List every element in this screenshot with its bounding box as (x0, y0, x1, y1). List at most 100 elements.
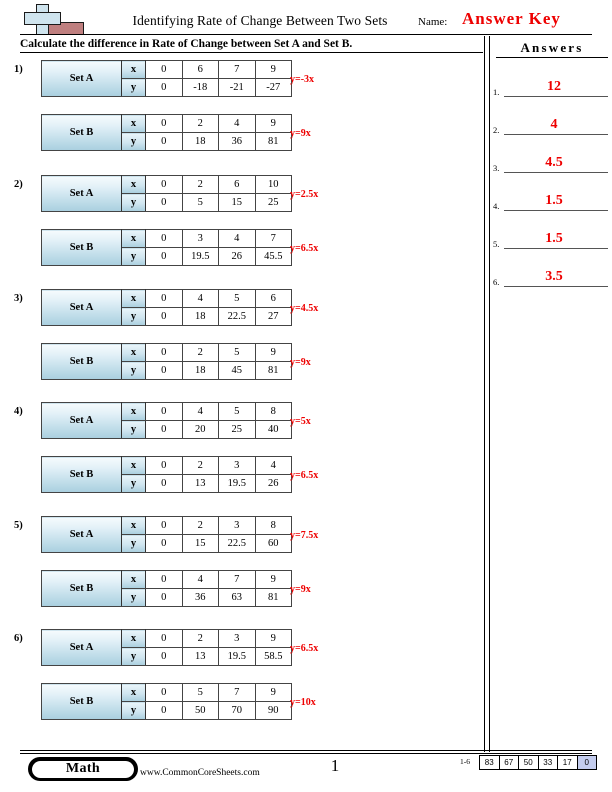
x-value-cell: 6 (218, 175, 256, 194)
problem-number: 6) (14, 633, 23, 644)
x-value-cell: 3 (218, 516, 256, 535)
x-value-cell: 0 (145, 516, 183, 535)
equation-answer: y=7.5x (290, 530, 319, 541)
y-axis-label: y (121, 534, 146, 553)
y-value-cell: 60 (254, 534, 292, 553)
set-table: Set Bx 0 5 7 9 y 0 50 70 90 (41, 683, 292, 720)
header-divider (20, 34, 592, 35)
x-axis-label: x (121, 343, 146, 362)
answer-number: 5. (493, 239, 500, 249)
set-block: Set Bx 0 5 7 9 y 0 50 70 90 (41, 683, 292, 720)
set-label: Set A (41, 289, 122, 326)
answer-blank-line[interactable] (504, 286, 608, 287)
y-value-cell: 15 (181, 534, 219, 553)
y-value-cell: 19.5 (181, 247, 219, 266)
y-value-cell: 36 (181, 588, 219, 607)
table-row: Set Ax0238 (41, 516, 292, 553)
y-axis-label: y (121, 307, 146, 326)
table-row: Set Ax 0 2 6 10 (41, 175, 292, 212)
x-value-cell: 0 (145, 570, 183, 589)
x-value-cell: 4 (218, 229, 256, 248)
y-value-cell: 19.5 (218, 647, 256, 666)
set-block: Set Bx 0 2 5 9 y 0 18 45 81 (41, 343, 292, 380)
name-label: Name: (418, 16, 448, 28)
answer-blank-line[interactable] (504, 248, 608, 249)
x-axis-label: x (121, 114, 146, 133)
x-value-cell: 6 (181, 60, 219, 79)
y-value-cell: 90 (254, 701, 292, 720)
set-table: Set Ax 0 2 3 8 y 0 15 22.5 60 (41, 516, 292, 553)
set-label: Set A (41, 629, 122, 666)
x-value-cell: 7 (254, 229, 292, 248)
table-row: Set Bx0479 (41, 570, 292, 607)
problem-number: 5) (14, 520, 23, 531)
answer-number: 2. (493, 125, 500, 135)
set-block: Set Ax 0 6 7 9 y 0 -18 -21 -27 (41, 60, 292, 97)
x-value-cell: 9 (254, 343, 292, 362)
x-value-cell: 0 (145, 402, 183, 421)
answer-number: 6. (493, 277, 500, 287)
x-value-cell: 7 (218, 683, 256, 702)
set-table: Set Ax 0 2 6 10 y 0 5 15 25 (41, 175, 292, 212)
y-value-cell: 70 (218, 701, 256, 720)
y-value-cell: 81 (254, 132, 292, 151)
problem-number: 1) (14, 64, 23, 75)
answer-value: 12 (547, 79, 561, 94)
x-value-cell: 7 (218, 60, 256, 79)
equation-answer: y=6.5x (290, 243, 319, 254)
answer-value: 1.5 (545, 231, 563, 246)
x-value-cell: 9 (254, 683, 292, 702)
instructions-divider (20, 52, 483, 53)
answer-blank-line[interactable] (504, 96, 608, 97)
y-axis-label: y (121, 132, 146, 151)
table-row: Set Bx0234 (41, 456, 292, 493)
y-axis-label: y (121, 78, 146, 97)
score-cell: 0 (577, 756, 596, 769)
x-value-cell: 2 (181, 114, 219, 133)
problem-number: 3) (14, 293, 23, 304)
answer-blank-line[interactable] (504, 210, 608, 211)
set-table: Set Bx 0 4 7 9 y 0 36 63 81 (41, 570, 292, 607)
x-value-cell: 7 (218, 570, 256, 589)
y-value-cell: 20 (181, 420, 219, 439)
set-label: Set A (41, 402, 122, 439)
y-axis-label: y (121, 701, 146, 720)
y-value-cell: 36 (218, 132, 256, 151)
x-axis-label: x (121, 229, 146, 248)
set-block: Set Ax 0 2 6 10 y 0 5 15 25 (41, 175, 292, 212)
set-label: Set A (41, 516, 122, 553)
x-value-cell: 0 (145, 175, 183, 194)
y-value-cell: 58.5 (254, 647, 292, 666)
set-block: Set Bx 0 3 4 7 y 0 19.5 26 45.5 (41, 229, 292, 266)
answer-value: 4 (550, 117, 558, 132)
x-value-cell: 4 (254, 456, 292, 475)
commoncoresheets-logo-icon (22, 3, 84, 36)
y-axis-label: y (121, 474, 146, 493)
set-table: Set Ax 0 4 5 6 y 0 18 22.5 27 (41, 289, 292, 326)
score-cell: 67 (499, 756, 519, 769)
table-row: Set Ax0456 (41, 289, 292, 326)
answer-row: 6. 3.5 (493, 257, 608, 287)
answer-blank-line[interactable] (504, 172, 608, 173)
equation-answer: y=9x (290, 357, 311, 368)
set-label: Set A (41, 175, 122, 212)
x-value-cell: 9 (254, 629, 292, 648)
footer-divider-bottom (20, 753, 592, 754)
problem-number: 2) (14, 179, 23, 190)
logo-plus-center (37, 13, 48, 24)
table-row: Set Ax0239 (41, 629, 292, 666)
y-value-cell: 0 (145, 247, 183, 266)
answer-blank-line[interactable] (504, 134, 608, 135)
y-value-cell: 0 (145, 361, 183, 380)
y-value-cell: 13 (181, 474, 219, 493)
y-value-cell: 27 (254, 307, 292, 326)
x-value-cell: 4 (181, 570, 219, 589)
y-value-cell: -27 (254, 78, 292, 97)
score-cell: 50 (519, 756, 539, 769)
x-value-cell: 9 (254, 114, 292, 133)
y-value-cell: 18 (181, 132, 219, 151)
x-axis-label: x (121, 516, 146, 535)
x-value-cell: 10 (254, 175, 292, 194)
y-value-cell: 0 (145, 534, 183, 553)
page-number: 1 (330, 756, 340, 775)
